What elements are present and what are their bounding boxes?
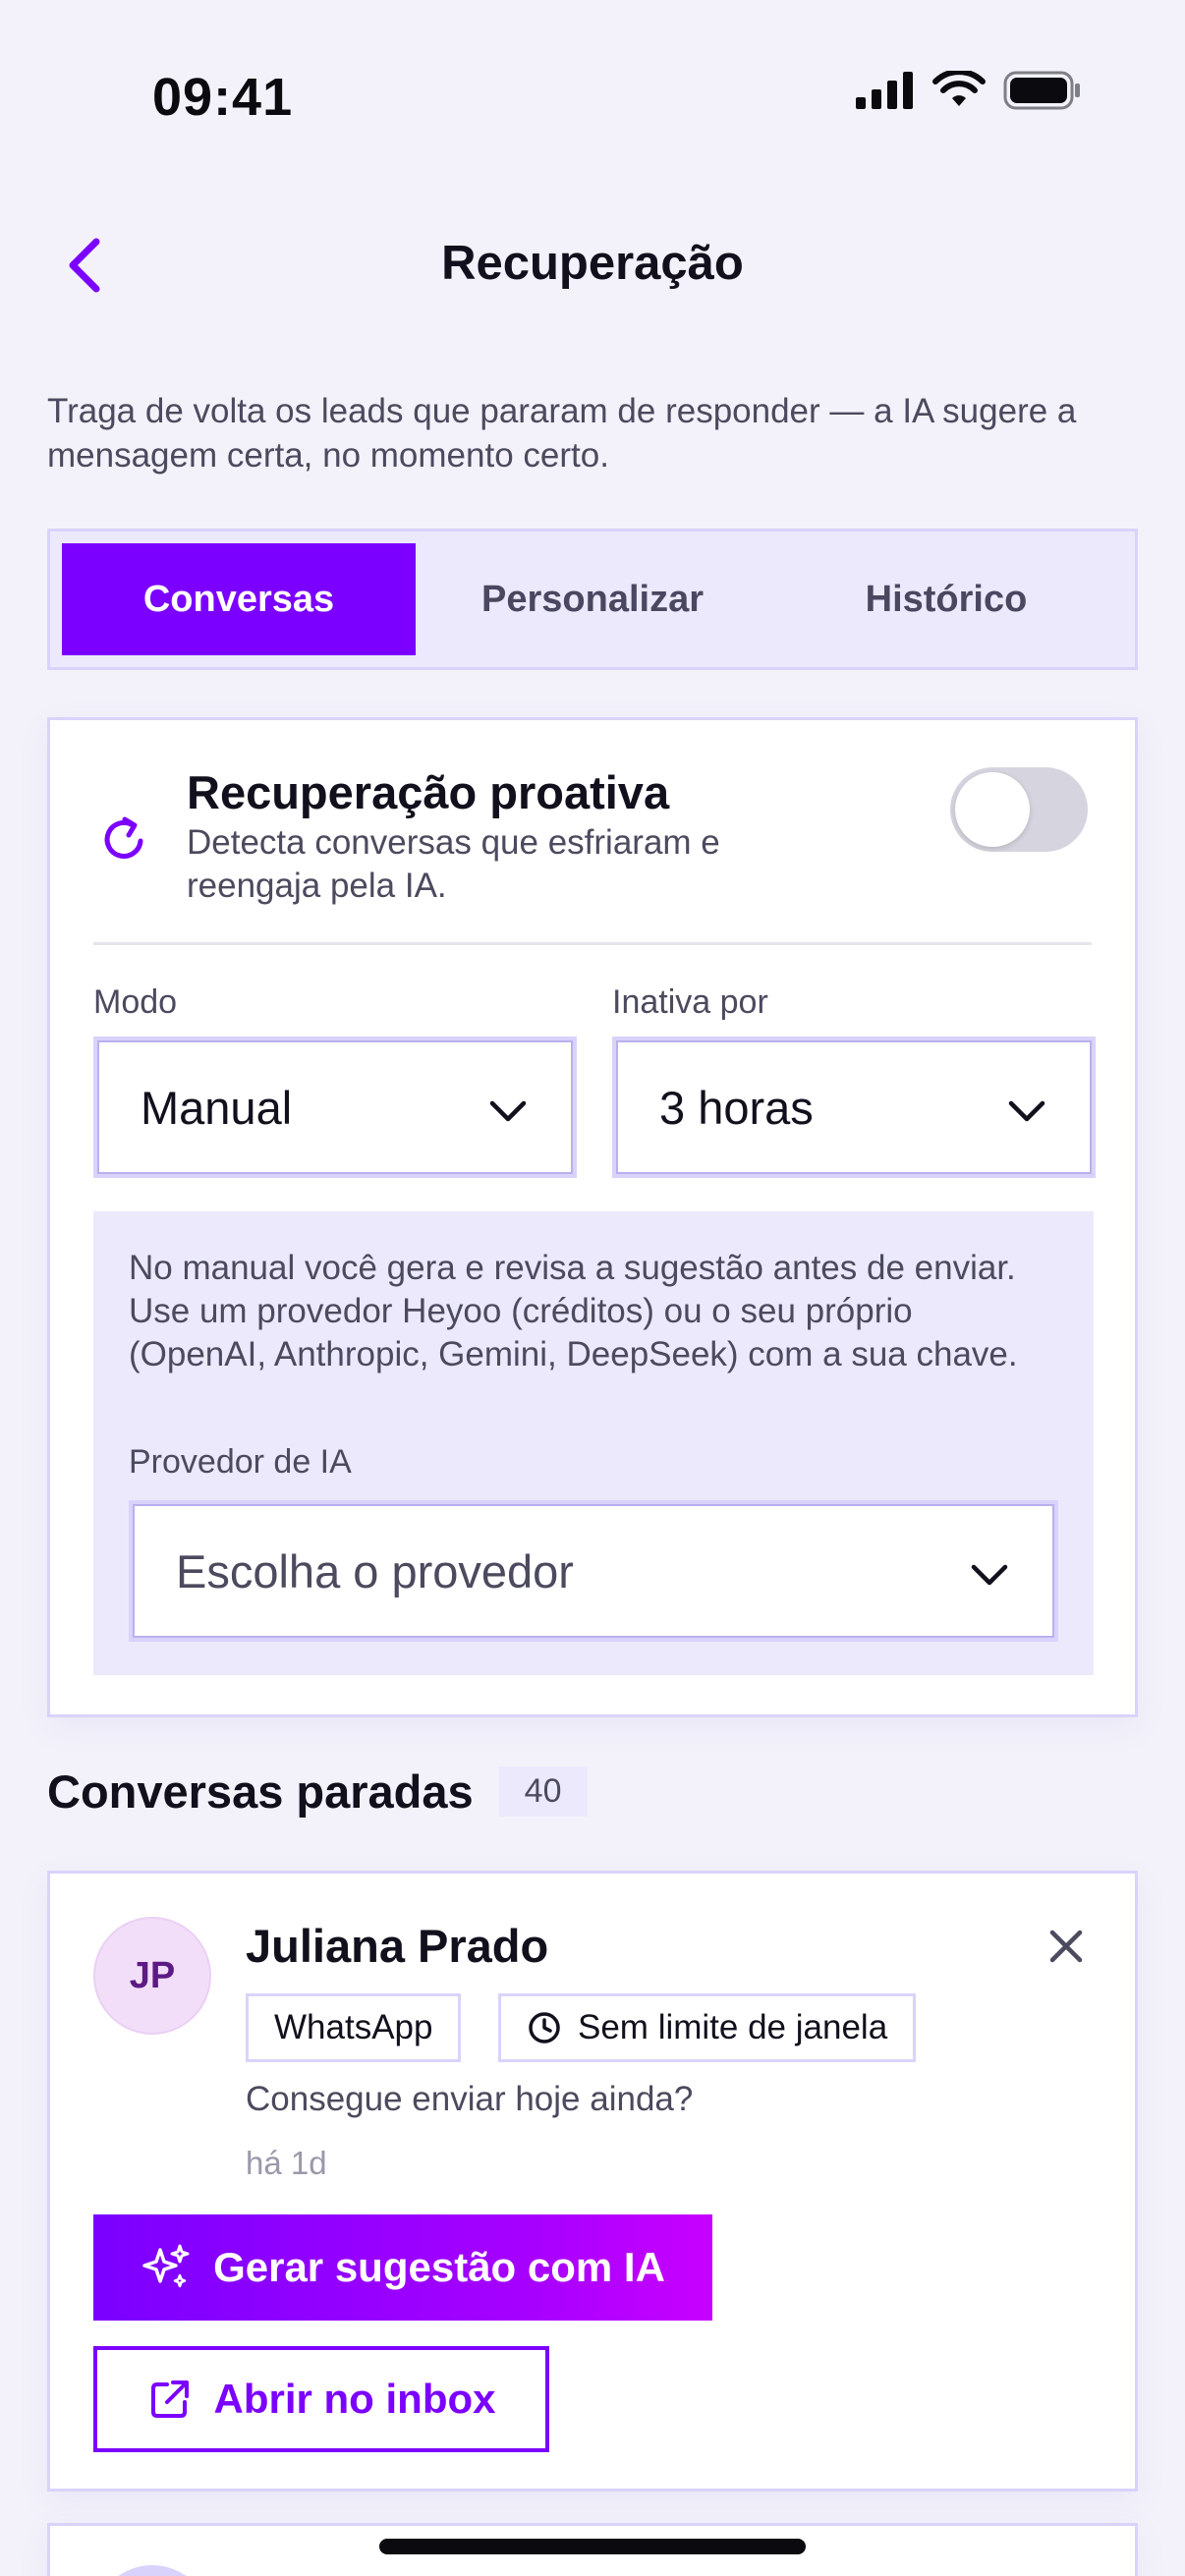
status-bar: 09:41 (0, 0, 1185, 196)
proactive-recovery-card: Recuperação proativa Detecta conversas q… (47, 717, 1138, 1717)
chevron-down-icon (971, 1564, 1008, 1586)
page-title: Recuperação (441, 237, 744, 290)
provider-placeholder: Escolha o provedor (176, 1544, 574, 1597)
proactive-title: Recuperação proativa (187, 766, 670, 818)
generate-ai-suggestion-button[interactable]: Gerar sugestão com IA (93, 2214, 712, 2321)
avatar: JP (93, 1917, 211, 2035)
stalled-section-header: Conversas paradas 40 (47, 1764, 588, 1819)
open-inbox-button[interactable]: Abrir no inbox (93, 2346, 549, 2452)
nav-bar: Recuperação (0, 216, 1185, 314)
inactive-value: 3 horas (659, 1081, 814, 1134)
last-message: Consegue enviar hoje ainda? (246, 2080, 694, 2118)
clock-icon (529, 2012, 560, 2044)
status-icons (856, 71, 1082, 110)
chevron-down-icon (489, 1100, 527, 1122)
channel-label: WhatsApp (274, 2008, 433, 2046)
avatar (93, 2565, 211, 2576)
inactive-label: Inativa por (612, 983, 768, 1021)
page-subtitle: Traga de volta os leads que pararam de r… (47, 392, 1077, 475)
divider (93, 942, 1092, 945)
tab-conversas[interactable]: Conversas (62, 543, 416, 655)
chevron-down-icon (1008, 1100, 1045, 1122)
status-time: 09:41 (152, 68, 294, 127)
sparkles-icon (142, 2244, 190, 2288)
proactive-toggle[interactable] (950, 767, 1088, 852)
ai-provider-select[interactable]: Escolha o provedor (129, 1500, 1058, 1642)
contact-name: Juliana Prado (246, 1920, 549, 1972)
count-badge: 40 (498, 1766, 588, 1817)
provider-label: Provedor de IA (129, 1443, 352, 1481)
tab-bar: Conversas Personalizar Histórico (47, 529, 1138, 670)
home-indicator (379, 2539, 806, 2554)
generate-ai-label: Gerar sugestão com IA (213, 2244, 665, 2290)
manual-mode-info-box: No manual você gera e revisa a sugestão … (93, 1211, 1094, 1675)
tab-personalizar[interactable]: Personalizar (416, 543, 769, 655)
battery-icon (1003, 71, 1080, 110)
close-icon (1049, 1930, 1083, 1963)
conversation-card: JP Juliana Prado WhatsApp Sem limite de … (47, 1871, 1138, 2492)
window-chip: Sem limite de janela (498, 1993, 917, 2062)
cellular-signal-icon (856, 72, 913, 109)
window-label: Sem limite de janela (578, 2008, 888, 2046)
open-inbox-label: Abrir no inbox (213, 2376, 496, 2422)
wifi-icon (932, 71, 986, 106)
mode-value: Manual (141, 1081, 293, 1134)
section-title: Conversas paradas (47, 1765, 474, 1818)
dismiss-button[interactable] (1044, 1925, 1088, 1968)
manual-mode-info-text: No manual você gera e revisa a sugestão … (129, 1249, 1018, 1373)
refresh-icon (104, 816, 143, 859)
mode-label: Modo (93, 983, 178, 1021)
channel-chip: WhatsApp (246, 1993, 462, 2062)
mode-select[interactable]: Manual (93, 1036, 577, 1178)
toggle-knob (955, 772, 1030, 847)
external-link-icon (150, 2380, 189, 2418)
inactive-duration-select[interactable]: 3 horas (612, 1036, 1096, 1178)
last-message-time: há 1d (246, 2145, 327, 2181)
tab-historico[interactable]: Histórico (769, 543, 1123, 655)
proactive-description: Detecta conversas que esfriaram e reenga… (187, 823, 720, 905)
